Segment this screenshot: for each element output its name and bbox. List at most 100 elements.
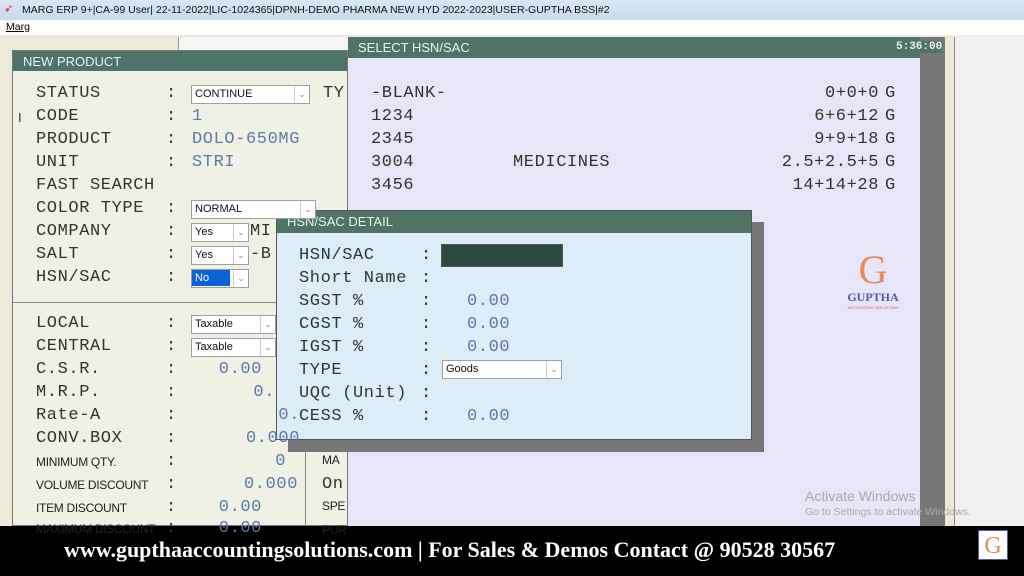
field-label: M.R.P. <box>36 383 101 402</box>
field-label: CODE <box>36 107 80 126</box>
field-label: SALT <box>36 245 80 264</box>
field-value[interactable]: 1 <box>192 107 203 127</box>
field-label: VOLUME DISCOUNT <box>36 478 149 492</box>
detail-colon: : <box>421 246 432 265</box>
field-label: FAST SEARCH <box>36 176 155 195</box>
partial-text-spe: SPE <box>322 499 346 513</box>
chevron-down-icon: ⌄ <box>260 339 275 356</box>
partial-text-ty: TY <box>323 84 345 103</box>
hsn-rate: 2.5+2.5+5 <box>781 153 879 172</box>
detail-label: SGST % <box>299 292 364 311</box>
field-value[interactable]: 0.000 <box>246 429 300 449</box>
title-bar: ➶ MARG ERP 9+|CA-99 User| 22-11-2022|LIC… <box>0 0 1024 20</box>
field-dropdown[interactable]: Taxable ⌄ <box>191 315 276 334</box>
field-colon: : <box>166 519 177 538</box>
dropdown-value: Taxable <box>195 341 233 353</box>
detail-value[interactable]: 0.00 <box>467 292 510 312</box>
detail-label: HSN/SAC <box>299 246 375 265</box>
field-label: C.S.R. <box>36 360 101 379</box>
detail-label: Short Name <box>299 269 408 288</box>
field-value[interactable]: 0.00 <box>219 498 262 518</box>
field-label: COMPANY <box>36 222 112 241</box>
detail-colon: : <box>421 361 432 380</box>
partial-text-mi: MI <box>250 222 272 241</box>
logo-name: GUPTHA <box>847 290 899 304</box>
field-value[interactable]: 0 <box>275 452 286 472</box>
divider-vertical <box>305 449 306 529</box>
field-colon: : <box>166 84 177 103</box>
dropdown-value: No <box>192 270 230 286</box>
field-colon: : <box>166 153 177 172</box>
field-value[interactable]: STRI <box>192 153 235 173</box>
chevron-down-icon: ⌄ <box>546 361 561 378</box>
dropdown-value: NORMAL <box>195 203 243 215</box>
field-value[interactable]: 0. <box>253 383 275 403</box>
detail-label: CESS % <box>299 407 364 426</box>
detail-value[interactable]: 0.00 <box>467 338 510 358</box>
field-colon: : <box>166 314 177 333</box>
field-value[interactable]: 0. <box>278 406 300 426</box>
logo-g-icon: G <box>858 247 888 292</box>
dropdown-value: CONTINUE <box>195 88 253 100</box>
partial-text-ma: MA <box>322 453 340 467</box>
field-colon: : <box>166 360 177 379</box>
field-colon: : <box>166 199 177 218</box>
field-dropdown[interactable]: Yes ⌄ <box>191 246 249 265</box>
field-colon: : <box>166 268 177 287</box>
partial-text-on: On <box>322 475 344 494</box>
new-product-title: NEW PRODUCT <box>13 51 347 71</box>
detail-value[interactable]: 0.00 <box>467 315 510 335</box>
type-dropdown[interactable]: Goods ⌄ <box>442 360 562 379</box>
app-icon: ➶ <box>4 3 14 15</box>
field-label: UNIT <box>36 153 80 172</box>
menu-marg[interactable]: Marg <box>6 21 30 33</box>
field-dropdown[interactable]: CONTINUE ⌄ <box>191 85 310 104</box>
dropdown-value: Taxable <box>195 318 233 330</box>
hsn-code: 1234 <box>371 107 415 126</box>
hsn-sac-input[interactable] <box>441 244 563 267</box>
field-colon: : <box>166 429 177 448</box>
field-label: CONV.BOX <box>36 429 123 448</box>
text-cursor-icon: I <box>18 110 22 125</box>
hsn-code: 3456 <box>371 176 415 195</box>
hsn-type: G <box>885 84 896 103</box>
field-dropdown[interactable]: Taxable ⌄ <box>191 338 276 357</box>
hsn-code: 2345 <box>371 130 415 149</box>
guptha-logo: G GUPTHA ACCOUNTING SOLUTIONS <box>838 247 908 311</box>
field-value[interactable]: 0.00 <box>219 519 262 539</box>
field-label: CENTRAL <box>36 337 112 356</box>
dropdown-value: Yes <box>195 249 213 261</box>
detail-label: CGST % <box>299 315 364 334</box>
hsn-type: G <box>885 130 896 149</box>
scrollbar[interactable] <box>920 37 945 526</box>
detail-value[interactable]: 0.00 <box>467 407 510 427</box>
field-dropdown[interactable]: Yes ⌄ <box>191 223 249 242</box>
field-dropdown[interactable]: No ⌄ <box>191 269 249 288</box>
chevron-down-icon: ⌄ <box>233 224 248 241</box>
detail-colon: : <box>421 315 432 334</box>
field-label: STATUS <box>36 84 101 103</box>
hsn-detail-title: HSN/SAC DETAIL <box>277 211 751 233</box>
field-value[interactable]: 0.00 <box>219 360 262 380</box>
window-title: MARG ERP 9+|CA-99 User| 22-11-2022|LIC-1… <box>22 4 610 16</box>
detail-colon: : <box>421 384 432 403</box>
partial-text-pur: PUR <box>322 523 347 537</box>
chevron-down-icon: ⌄ <box>233 247 248 264</box>
hsn-type: G <box>885 176 896 195</box>
field-value[interactable]: DOLO-650MG <box>192 130 300 150</box>
field-value[interactable]: 0.000 <box>244 475 298 495</box>
field-label: MAXIMUM DISCOUNT <box>36 522 156 536</box>
chevron-down-icon: ⌄ <box>260 316 275 333</box>
dropdown-value: Goods <box>446 363 479 375</box>
hsn-code: 3004 <box>371 153 415 172</box>
dropdown-value: Yes <box>195 226 213 238</box>
field-colon: : <box>166 130 177 149</box>
watermark-line2: Go to Settings to activate Windows. <box>805 506 971 518</box>
field-colon: : <box>166 383 177 402</box>
field-colon: : <box>166 107 177 126</box>
clock: 5:36:00 <box>896 41 943 53</box>
field-colon: : <box>166 406 177 425</box>
field-dropdown[interactable]: NORMAL ⌄ <box>191 200 316 219</box>
field-colon: : <box>166 222 177 241</box>
footer-logo-icon: G <box>978 530 1008 560</box>
